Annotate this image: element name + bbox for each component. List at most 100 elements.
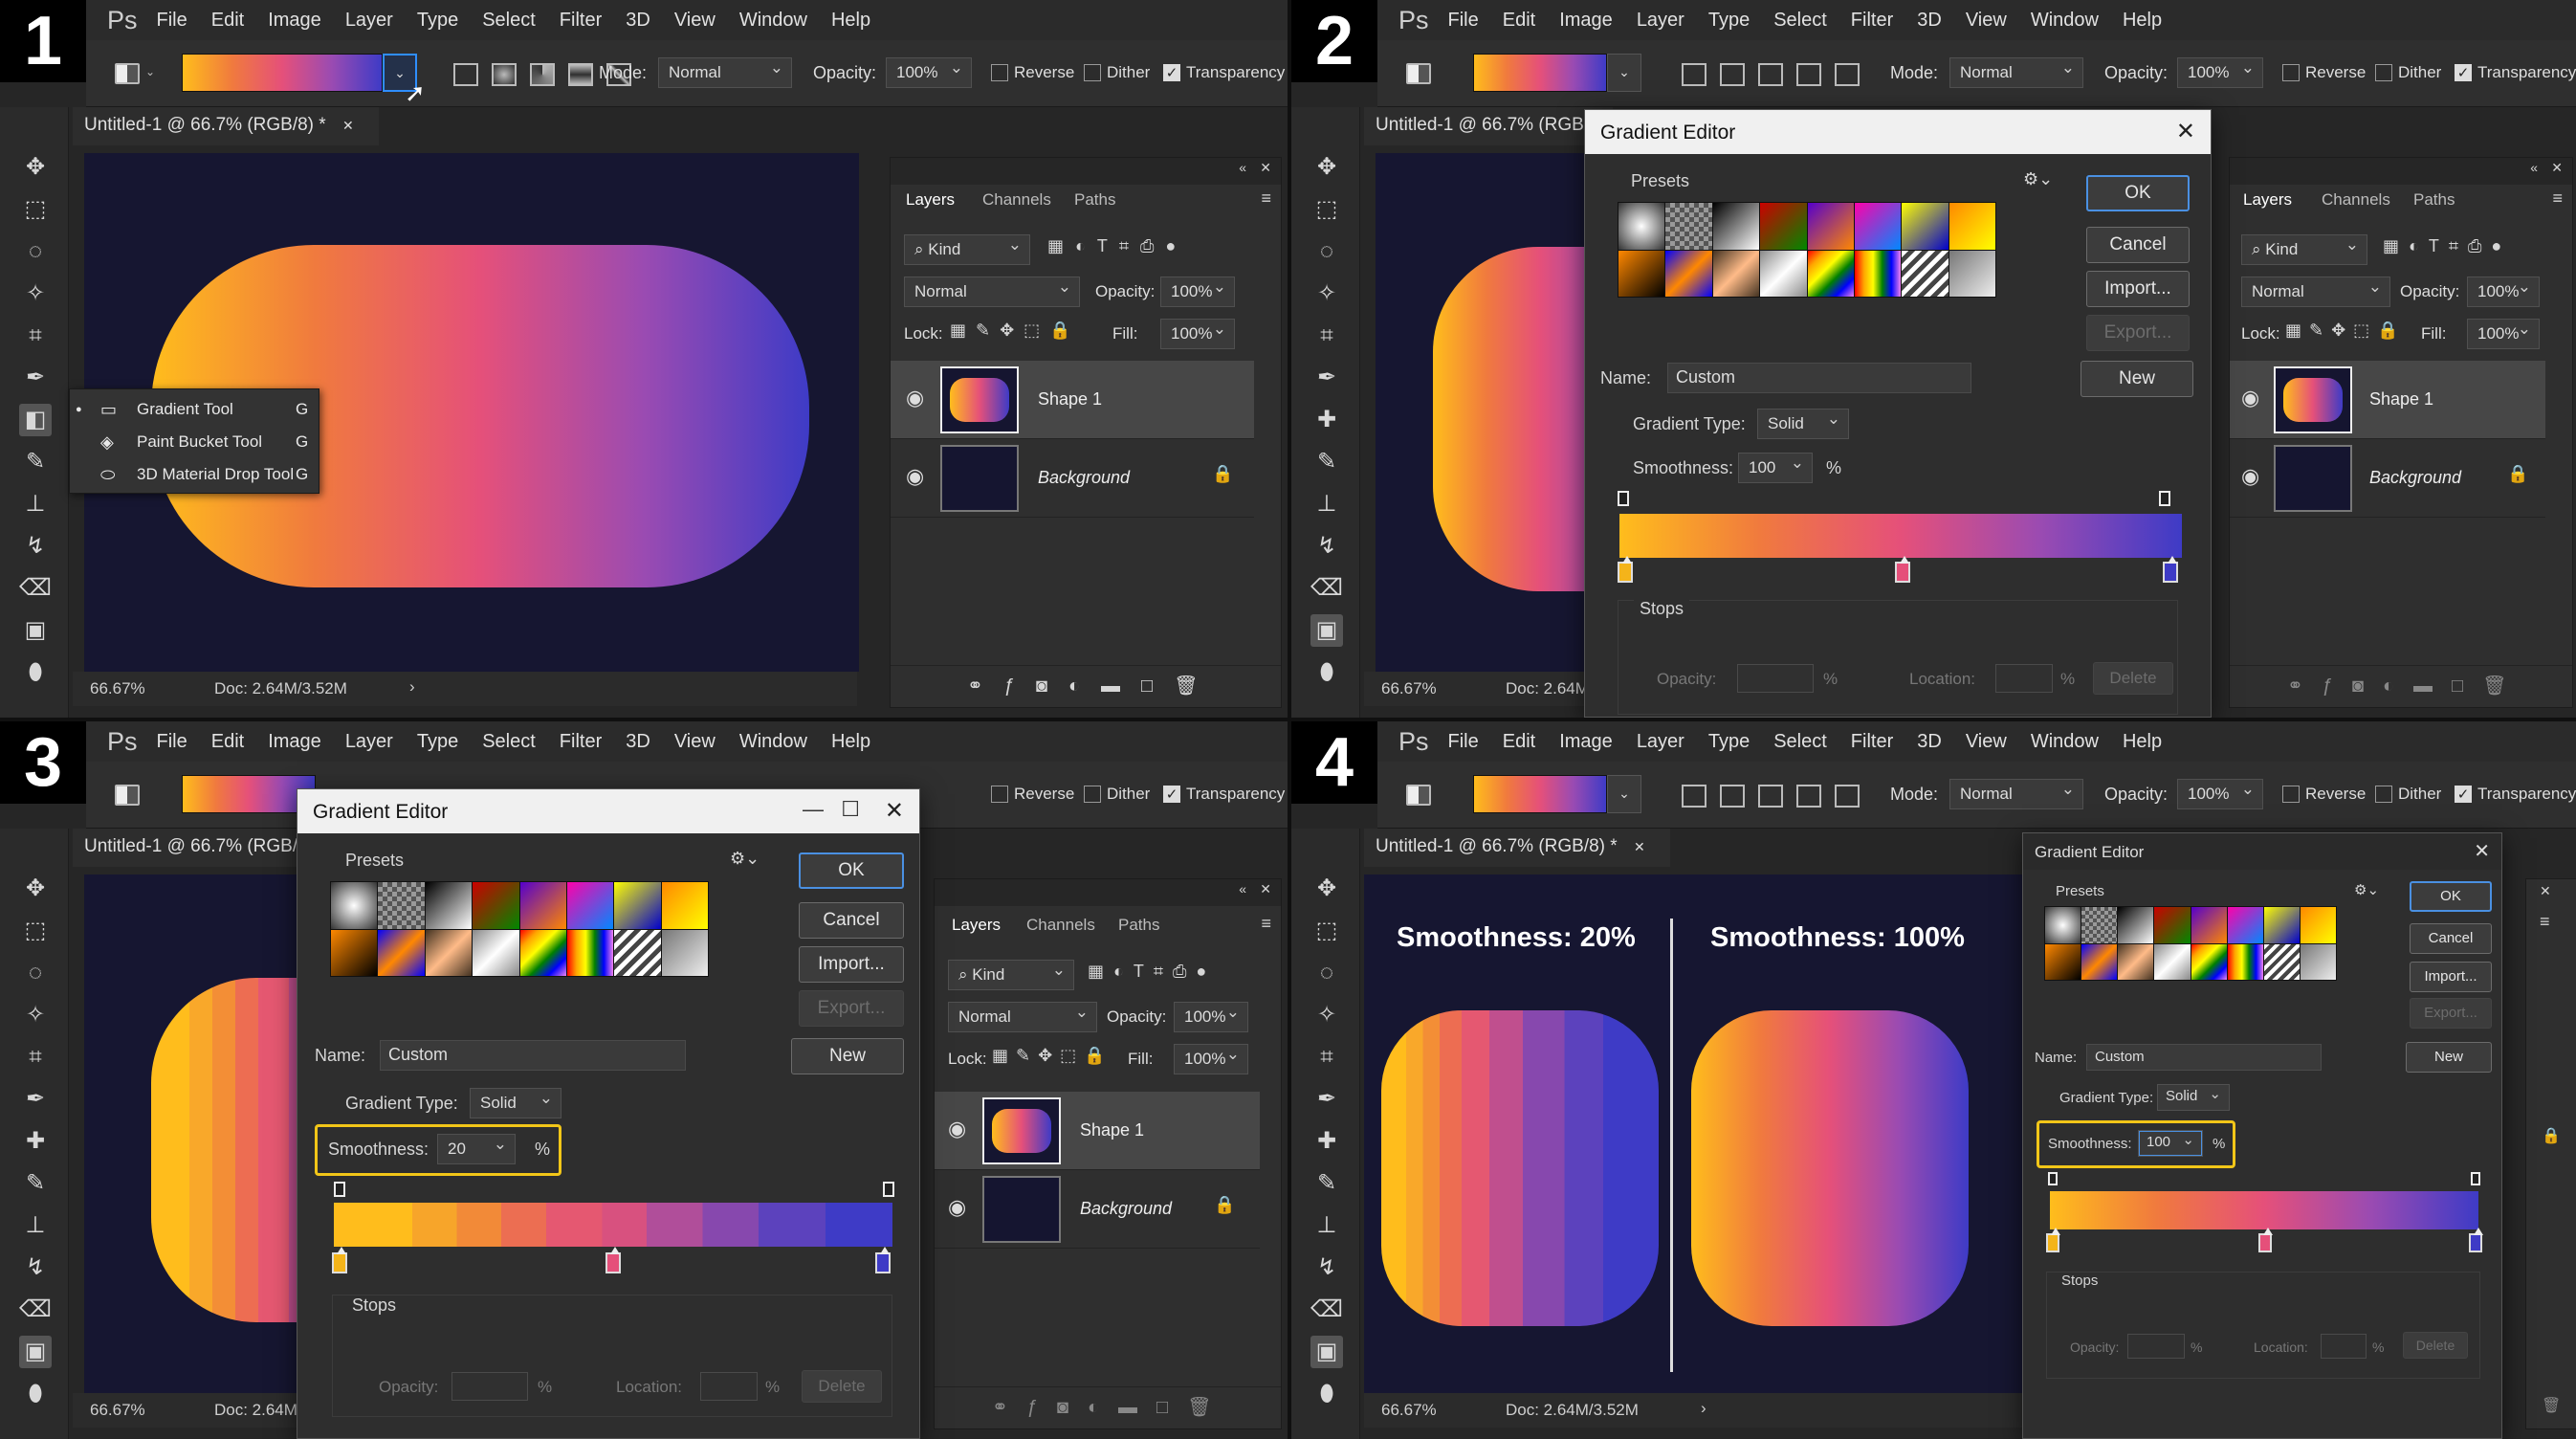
panel-menu-icon[interactable]: ≡ <box>2552 188 2563 209</box>
close-icon[interactable]: ✕ <box>2540 883 2551 899</box>
tab-layers[interactable]: Layers <box>952 916 1001 935</box>
smoothness-field[interactable]: 20 <box>437 1134 516 1164</box>
healing-brush-icon[interactable]: ✚ <box>1310 404 1343 436</box>
eraser-icon[interactable]: ⌫ <box>19 572 52 605</box>
dither-checkbox[interactable] <box>2375 64 2392 81</box>
preset-swatch[interactable] <box>2191 907 2227 943</box>
menu-filter[interactable]: Filter <box>1851 731 1893 753</box>
canvas[interactable]: Smoothness: 20% Smoothness: 100% <box>1364 874 2120 1393</box>
eye-icon[interactable]: ◉ <box>906 386 924 410</box>
reverse-checkbox[interactable] <box>991 786 1008 803</box>
preset-swatch[interactable] <box>1902 203 1949 250</box>
menu-image[interactable]: Image <box>1559 731 1613 753</box>
gear-icon[interactable]: ⚙⌄ <box>2354 881 2379 898</box>
crop-tool-icon[interactable]: ⌗ <box>19 320 52 352</box>
opacity-stop-left[interactable] <box>1618 491 1629 506</box>
preset-swatch[interactable] <box>1902 250 1949 297</box>
magic-wand-icon[interactable]: ✧ <box>1310 999 1343 1031</box>
dodge-tool-icon[interactable]: ⬮ <box>19 1378 52 1410</box>
tool-preset-icon[interactable] <box>1406 63 1431 84</box>
menu-help[interactable]: Help <box>831 731 870 753</box>
layer-row-background[interactable]: ◉ Background 🔒 <box>891 439 1254 518</box>
preset-swatch[interactable] <box>566 882 614 929</box>
menu-type[interactable]: Type <box>1708 731 1750 753</box>
preset-swatch[interactable] <box>566 929 614 976</box>
angle-gradient-icon[interactable] <box>1758 63 1783 86</box>
reflected-gradient-icon[interactable] <box>1796 785 1821 808</box>
color-stop-left[interactable] <box>2046 1228 2060 1252</box>
preset-swatch[interactable] <box>661 929 708 976</box>
preset-swatch[interactable] <box>2081 943 2118 980</box>
tool-preset-icon[interactable] <box>115 785 140 806</box>
menu-window[interactable]: Window <box>739 731 807 753</box>
preset-swatch[interactable] <box>519 882 566 929</box>
dither-checkbox[interactable] <box>1084 64 1101 81</box>
move-tool-icon[interactable]: ✥ <box>19 151 52 184</box>
document-tab[interactable]: Untitled-1 @ 66.7% (RGB/ <box>1364 107 1613 145</box>
layer-action-icons[interactable]: ⚭ƒ◙◐▬□🗑 <box>2287 674 2526 697</box>
move-tool-icon[interactable]: ✥ <box>1310 151 1343 184</box>
menu-file[interactable]: File <box>1448 10 1479 32</box>
history-brush-icon[interactable]: ↯ <box>1310 530 1343 563</box>
mode-select[interactable]: Normal <box>658 57 792 88</box>
cancel-button[interactable]: Cancel <box>2086 227 2190 263</box>
menu-3d[interactable]: 3D <box>1917 731 1942 753</box>
chevron-down-icon[interactable]: ⌄ <box>145 65 155 78</box>
blend-mode-select[interactable]: Normal <box>948 1002 1097 1032</box>
menu-view[interactable]: View <box>1966 731 2007 753</box>
menu-filter[interactable]: Filter <box>560 731 602 753</box>
angle-gradient-icon[interactable] <box>1758 785 1783 808</box>
transparency-checkbox[interactable] <box>1163 64 1180 81</box>
gear-icon[interactable]: ⚙⌄ <box>2023 169 2053 189</box>
menu-select[interactable]: Select <box>1773 731 1827 753</box>
collapse-icon[interactable]: « <box>1239 160 1246 175</box>
name-field[interactable]: Custom <box>380 1040 686 1071</box>
menu-view[interactable]: View <box>1966 10 2007 32</box>
preset-swatch[interactable] <box>1807 203 1854 250</box>
gradient-swatch[interactable] <box>1473 775 1607 813</box>
gradient-type-select[interactable]: Solid <box>2157 1084 2230 1111</box>
fill-field[interactable]: 100% <box>1160 319 1235 349</box>
3d-material-drop-item[interactable]: ⬭ 3D Material Drop Tool G <box>70 458 319 491</box>
dodge-tool-icon[interactable]: ⬮ <box>1310 1378 1343 1410</box>
menu-window[interactable]: Window <box>2031 10 2099 32</box>
preset-swatch[interactable] <box>1618 250 1665 297</box>
tab-channels[interactable]: Channels <box>2322 190 2390 210</box>
preset-swatch[interactable] <box>473 882 519 929</box>
preset-swatch[interactable] <box>1949 203 1995 250</box>
opacity-stop-left[interactable] <box>334 1182 345 1197</box>
gradient-preview-bar[interactable] <box>1619 514 2182 558</box>
mode-select[interactable]: Normal <box>1949 779 2083 809</box>
menu-file[interactable]: File <box>157 10 187 32</box>
gradient-tool-icon[interactable]: ▣ <box>1310 614 1343 647</box>
preset-swatch[interactable] <box>1760 250 1807 297</box>
menu-select[interactable]: Select <box>482 10 536 32</box>
new-button[interactable]: New <box>791 1038 904 1074</box>
panel-menu-icon[interactable]: ≡ <box>1261 188 1271 209</box>
brush-tool-icon[interactable]: ✎ <box>1310 1167 1343 1200</box>
menu-image[interactable]: Image <box>268 731 321 753</box>
reverse-checkbox[interactable] <box>2282 64 2300 81</box>
eye-icon[interactable]: ◉ <box>906 464 924 489</box>
mode-select[interactable]: Normal <box>1949 57 2083 88</box>
radial-gradient-icon[interactable] <box>1720 63 1745 86</box>
menu-type[interactable]: Type <box>1708 10 1750 32</box>
preset-swatch[interactable] <box>1665 203 1712 250</box>
gradient-type-select[interactable]: Solid <box>470 1088 561 1118</box>
diamond-gradient-icon[interactable] <box>1835 63 1860 86</box>
brush-tool-icon[interactable]: ✎ <box>19 446 52 478</box>
preset-swatch[interactable] <box>1712 250 1760 297</box>
cancel-button[interactable]: Cancel <box>799 902 904 939</box>
preset-swatch[interactable] <box>614 929 661 976</box>
tab-channels[interactable]: Channels <box>982 190 1051 210</box>
color-stop-middle[interactable] <box>1895 556 1910 583</box>
zoom-level[interactable]: 66.67% <box>1381 1401 1437 1420</box>
panel-menu-icon[interactable]: ≡ <box>2540 912 2550 932</box>
brush-tool-icon[interactable]: ✎ <box>19 1167 52 1200</box>
healing-brush-icon[interactable]: ✚ <box>1310 1125 1343 1158</box>
reflected-gradient-icon[interactable] <box>568 63 593 86</box>
transparency-checkbox[interactable] <box>2455 64 2472 81</box>
tab-layers[interactable]: Layers <box>906 190 955 210</box>
lasso-tool-icon[interactable]: ◌ <box>19 235 52 268</box>
marquee-tool-icon[interactable]: ⬚ <box>19 193 52 226</box>
